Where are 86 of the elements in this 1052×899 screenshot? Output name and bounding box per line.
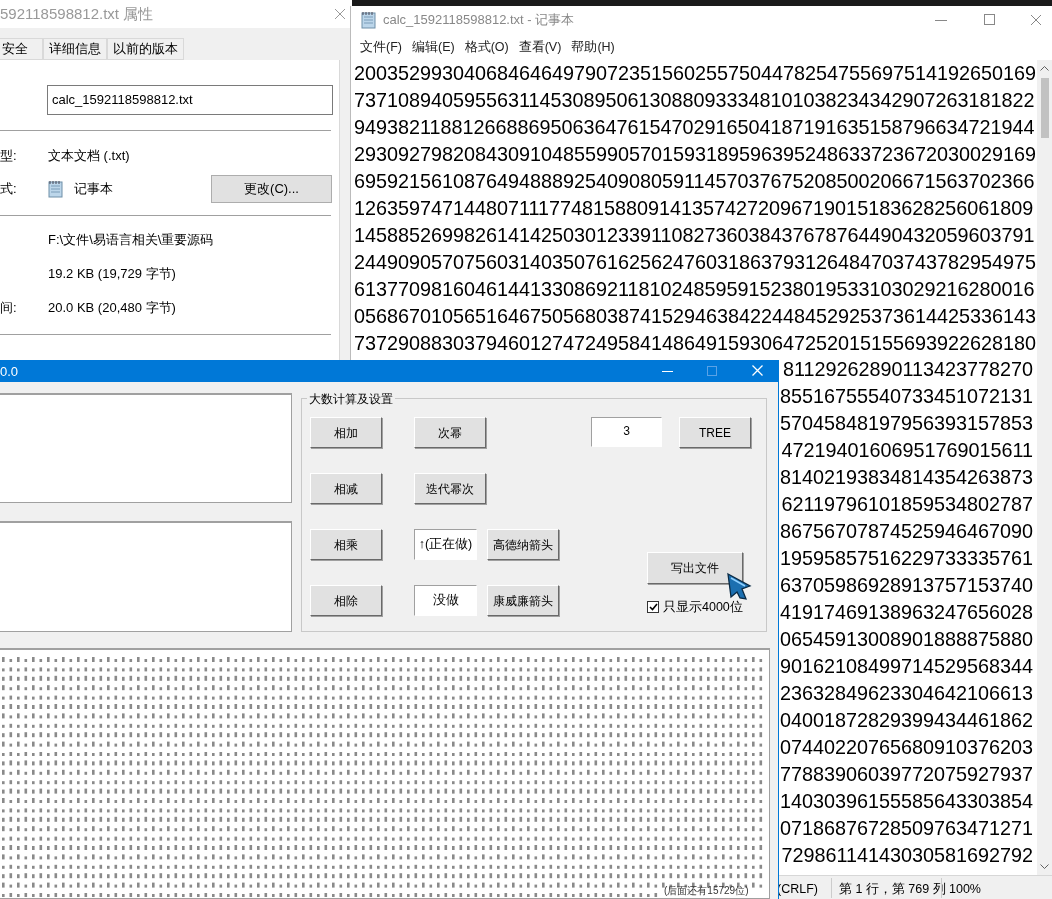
output-field[interactable]: (后面还有15729位) bbox=[0, 648, 770, 899]
field-label: 式: bbox=[0, 180, 17, 199]
text-line: 72986114143030581692792 bbox=[781, 842, 1033, 868]
text-line: 06545913008901888875880 bbox=[779, 626, 1033, 652]
menu-item[interactable]: 查看(V) bbox=[514, 36, 566, 59]
field-value: 文本文档 (.txt) bbox=[48, 147, 130, 166]
text-line: 73710894059556311453089506130880933348101038234342907263181822 bbox=[354, 87, 1035, 113]
scrollbar[interactable] bbox=[1037, 60, 1052, 875]
button[interactable]: 高德纳箭头 bbox=[487, 529, 559, 560]
field-label: 型: bbox=[0, 147, 17, 166]
button[interactable]: 次幂 bbox=[414, 417, 486, 448]
button[interactable]: 康威廉箭头 bbox=[487, 585, 559, 616]
tab[interactable]: 安全 bbox=[0, 38, 43, 60]
window-title: calc_1592118598812.txt - 记事本 bbox=[383, 11, 575, 30]
button[interactable]: 写出文件 bbox=[647, 552, 743, 584]
text-line: 23632849623304642106613 bbox=[779, 680, 1033, 706]
button[interactable]: 相加 bbox=[310, 417, 382, 448]
change-button[interactable]: 更改(C)... bbox=[211, 175, 332, 203]
button[interactable]: TREE bbox=[679, 417, 751, 448]
menu-item[interactable]: 帮助(H) bbox=[567, 36, 619, 59]
cursor-icon bbox=[726, 572, 754, 602]
status-box: ↑(正在做) bbox=[414, 529, 477, 560]
text-line: 62119796101859534802787 bbox=[781, 492, 1033, 518]
close-icon[interactable] bbox=[334, 8, 346, 20]
minimize-icon[interactable] bbox=[935, 20, 947, 22]
window-title: 592118598812.txt 属性 bbox=[0, 3, 154, 24]
status-box: 没做 bbox=[414, 585, 477, 616]
button[interactable]: 相减 bbox=[310, 473, 382, 504]
button[interactable]: 迭代幂次 bbox=[414, 473, 486, 504]
text-line: 86756707874525946467090 bbox=[779, 519, 1033, 545]
text-line: 90162108499714529568344 bbox=[779, 653, 1033, 679]
checkbox[interactable] bbox=[647, 601, 659, 614]
group-title: 大数计算及设置 bbox=[307, 390, 395, 408]
text-line: 07440220765680910376203 bbox=[779, 734, 1033, 760]
text-line: 19595857516229733335761 bbox=[779, 546, 1033, 572]
field-value: 19.2 KB (19,729 字节) bbox=[48, 265, 176, 284]
text-line: 69592156108764948889254090805911457037675208500206671563702366 bbox=[354, 168, 1035, 194]
menu-item[interactable]: 文件(F) bbox=[356, 36, 406, 59]
text-line: 73729088303794601274724958414864915930647252015155693922628180 bbox=[354, 330, 1037, 356]
text-line: 24490905707560314035076162562476031863793126484703743782954975 bbox=[354, 249, 1037, 275]
checkbox-label: 只显示4000位 bbox=[663, 599, 743, 616]
input-field[interactable] bbox=[0, 521, 292, 632]
minimize-icon[interactable] bbox=[662, 371, 673, 373]
field-value: 20.0 KB (20,480 字节) bbox=[48, 299, 176, 318]
scroll-down-icon[interactable] bbox=[1040, 864, 1049, 869]
status-text: 第 1 行，第 769 列 bbox=[839, 881, 946, 898]
text-line: 29309279820843091048559905701593189596395248633723672030029169 bbox=[354, 141, 1037, 167]
check-icon bbox=[648, 603, 658, 612]
text-line: 12635974714480711177481588091413574272096719015183628256061809 bbox=[354, 195, 1034, 221]
text-line: 81402193834814354263873 bbox=[779, 465, 1033, 491]
text-line: 20035299304068464649790723515602557504478254755697514192650169 bbox=[354, 61, 1037, 86]
field-label: 间: bbox=[0, 299, 17, 318]
output-note: (后面还有15729位) bbox=[664, 885, 749, 896]
tab[interactable]: 详细信息 bbox=[43, 38, 107, 60]
scroll-thumb[interactable] bbox=[1041, 78, 1049, 138]
window-title: 0.0 bbox=[0, 363, 19, 381]
number-field[interactable]: 3 bbox=[591, 417, 662, 447]
notepad-icon bbox=[48, 180, 64, 198]
button[interactable]: 相乘 bbox=[310, 529, 382, 560]
text-line: 05686701056516467505680387415294638422448452925373614425336143 bbox=[354, 303, 1037, 329]
status-text: 100% bbox=[949, 881, 981, 898]
notepad-icon bbox=[361, 11, 377, 29]
text-line: 14588526998261414250301233911082736038437678764490432059603791 bbox=[354, 222, 1035, 248]
text-line: 81129262890113423778270 bbox=[782, 357, 1033, 383]
scroll-up-icon[interactable] bbox=[1040, 66, 1049, 71]
tab[interactable]: 以前的版本 bbox=[107, 38, 184, 60]
button[interactable]: 相除 bbox=[310, 585, 382, 616]
maximize-icon[interactable] bbox=[984, 14, 995, 25]
text-line: 61377098160461441330869211810248595915238019533103029216280016 bbox=[354, 276, 1035, 302]
file-name-field[interactable]: calc_1592118598812.txt bbox=[47, 85, 333, 115]
text-line: 77883906039772075927937 bbox=[779, 761, 1033, 787]
field-value: F:\文件\易语言相关\重要源码 bbox=[48, 231, 214, 250]
text-line: 57045848197956393157853 bbox=[779, 411, 1033, 437]
field-value: 记事本 bbox=[74, 180, 113, 199]
close-icon[interactable] bbox=[1030, 14, 1042, 26]
text-line: 04001872829399434461862 bbox=[779, 707, 1033, 733]
menu-item[interactable]: 格式(O) bbox=[460, 36, 513, 59]
text-line: 63705986928913757153740 bbox=[779, 573, 1033, 599]
text-line: 94938211881266886950636476154702916504187191635158796634721944 bbox=[354, 114, 1035, 140]
text-line: 07186876728509763471271 bbox=[779, 815, 1033, 841]
input-field[interactable] bbox=[0, 393, 292, 503]
text-line: 14030396155585643303854 bbox=[779, 788, 1033, 814]
text-line: 85516755540733451072131 bbox=[779, 384, 1033, 410]
text-line: 41917469138963247656028 bbox=[779, 600, 1033, 625]
text-line: 47219401606951769015611 bbox=[781, 438, 1033, 464]
menu-item[interactable]: 编辑(E) bbox=[407, 36, 459, 59]
